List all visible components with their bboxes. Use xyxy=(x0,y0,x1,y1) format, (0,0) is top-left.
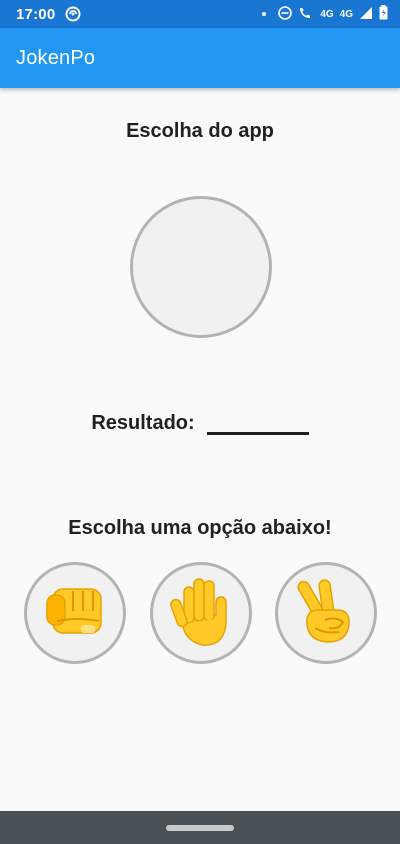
open-hand-icon xyxy=(168,573,234,654)
app-choice-image xyxy=(130,196,272,338)
app-bar: JokenPo xyxy=(0,28,400,88)
home-gesture-handle[interactable] xyxy=(166,825,234,831)
network-label: 4G xyxy=(339,8,353,20)
options-row xyxy=(0,562,400,664)
status-icons: 4G 4G xyxy=(262,5,388,23)
options-heading: Escolha uma opção abaixo! xyxy=(68,517,332,539)
signal-icon xyxy=(359,6,373,23)
call-network-label: 4G xyxy=(320,8,334,20)
sync-notification-icon xyxy=(65,6,81,22)
fist-icon xyxy=(43,581,107,646)
paper-option-button[interactable] xyxy=(150,562,252,664)
do-not-disturb-icon xyxy=(278,5,293,23)
result-value xyxy=(206,410,309,435)
status-bar: 17:00 4G 4G xyxy=(0,0,400,28)
status-time: 17:00 xyxy=(16,5,56,23)
system-nav-bar xyxy=(0,811,400,844)
app-title: JokenPo xyxy=(16,46,96,69)
victory-hand-icon xyxy=(295,576,357,651)
rock-option-button[interactable] xyxy=(24,562,126,664)
app-choice-heading: Escolha do app xyxy=(126,120,274,142)
result-label: Resultado: xyxy=(91,412,195,434)
battery-icon xyxy=(379,5,388,23)
result-row: Resultado: xyxy=(0,410,400,435)
wifi-call-icon xyxy=(298,6,314,23)
notification-dot-icon xyxy=(262,12,267,16)
scissors-option-button[interactable] xyxy=(275,562,377,664)
